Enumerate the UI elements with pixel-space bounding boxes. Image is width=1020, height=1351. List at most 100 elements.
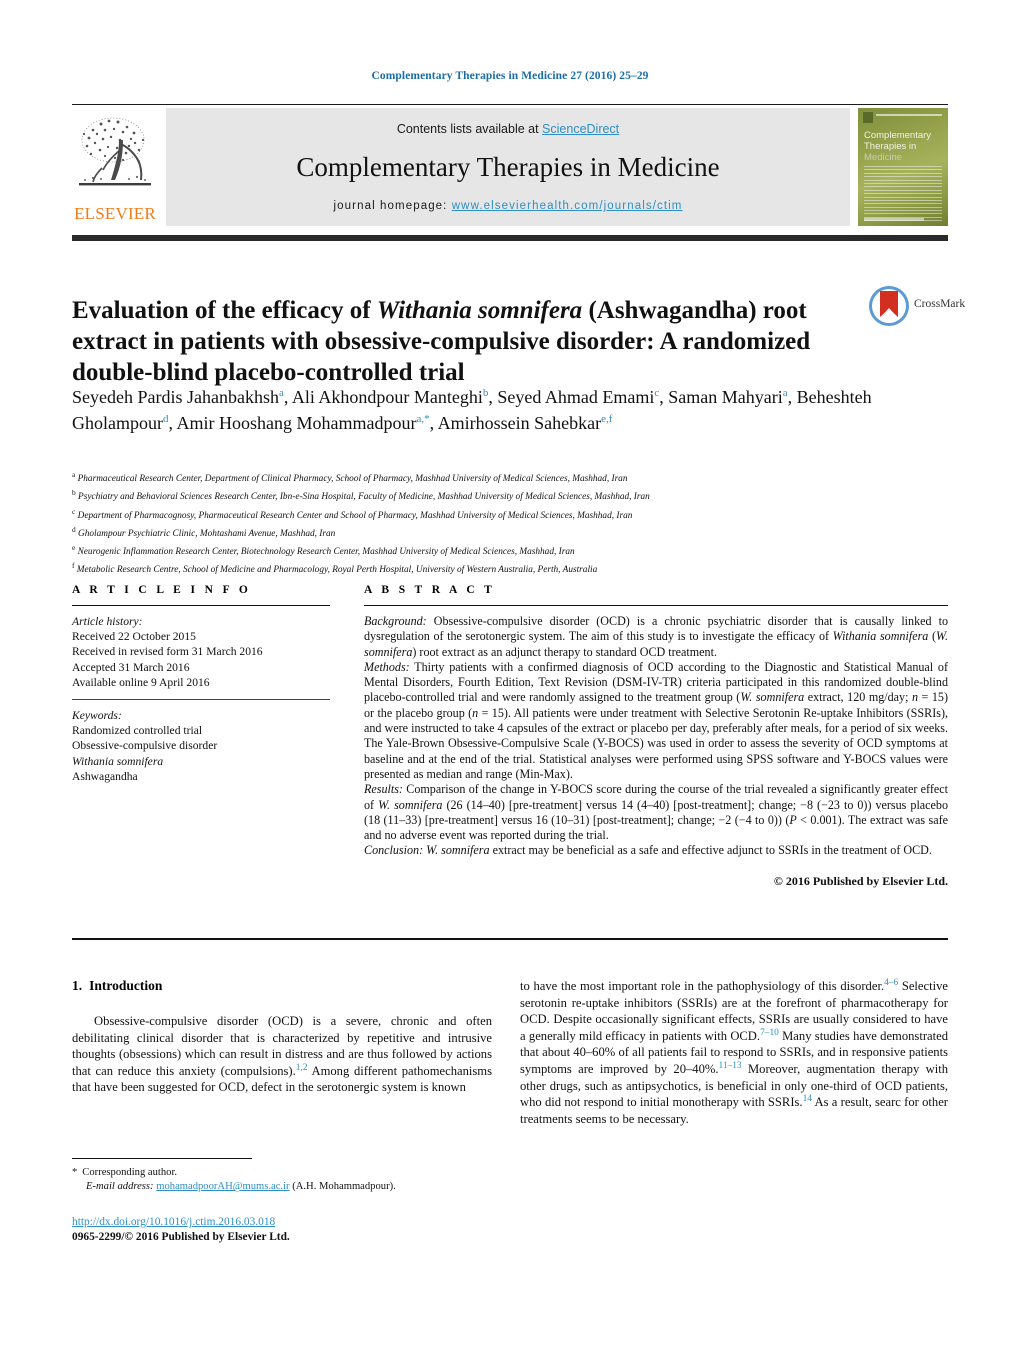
- footnote-block: * Corresponding author. E-mail address: m…: [72, 1166, 492, 1195]
- article-history-item: Received 22 October 2015: [72, 630, 196, 644]
- keywords-label: Keywords:: [72, 709, 122, 723]
- article-history-item: Accepted 31 March 2016: [72, 660, 190, 674]
- email-suffix: (A.H. Mohammadpour).: [289, 1181, 396, 1193]
- sciencedirect-link[interactable]: ScienceDirect: [542, 122, 619, 136]
- keyword-item: Ashwagandha: [72, 769, 138, 783]
- author-entry: Ali Akhondpour Manteghib,: [291, 387, 498, 407]
- affiliation-item: e Neurogenic Inflammation Research Cente…: [72, 541, 932, 559]
- abstract-methods-label: Methods:: [364, 659, 410, 674]
- keywords-block: Keywords: Randomized controlled trial Ob…: [72, 708, 330, 784]
- article-title-species: Withania somnifera: [376, 296, 583, 324]
- author-entry: Seyed Ahmad Emamic,: [497, 387, 669, 407]
- elsevier-wordmark: ELSEVIER: [74, 204, 156, 223]
- crossmark-label: CrossMark: [914, 298, 966, 310]
- cover-title-line-3: Medicine: [864, 152, 903, 163]
- doi-block: http://dx.doi.org/10.1016/j.ctim.2016.03…: [72, 1215, 492, 1246]
- section-number: 1.: [72, 978, 83, 993]
- elsevier-logo[interactable]: ELSEVIER: [72, 108, 158, 226]
- citation-ref[interactable]: 14: [803, 1094, 812, 1104]
- affiliation-item: f Metabolic Research Centre, School of M…: [72, 559, 932, 577]
- affiliation-item: b Psychiatry and Behavioral Sciences Res…: [72, 486, 932, 504]
- contents-prefix: Contents lists available at: [396, 122, 543, 136]
- body-column-left: 1. Introduction Obsessive-compulsive diso…: [72, 978, 492, 1096]
- affiliation-text: Pharmaceutical Research Center, Departme…: [77, 474, 628, 485]
- affiliation-text: Metabolic Research Centre, School of Med…: [76, 565, 598, 576]
- article-info-section: A R T I C L E I N F O Article history: R…: [72, 584, 330, 784]
- email-link[interactable]: mohamadpoorAH@mums.ac.ir: [156, 1181, 289, 1192]
- cover-header: [862, 111, 944, 124]
- journal-homepage-link[interactable]: www.elsevierhealth.com/journals/ctim: [452, 200, 683, 212]
- article-title-part1: Evaluation of the efficacy of: [72, 296, 377, 324]
- affiliation-item: d Gholampour Psychiatric Clinic, Mohtash…: [72, 523, 932, 541]
- author-name: Ali Akhondpour Manteghi: [291, 387, 483, 407]
- author-affiliation-mark[interactable]: a,*: [416, 413, 429, 425]
- issn-copyright-line: 0965-2299/© 2016 Published by Elsevier L…: [72, 1231, 290, 1244]
- cover-mini-text: [876, 114, 942, 116]
- affiliation-list: a Pharmaceutical Research Center, Depart…: [72, 468, 932, 578]
- introduction-paragraph-left: Obsessive-compulsive disorder (OCD) is a…: [72, 1014, 492, 1095]
- section-title: Introduction: [89, 978, 163, 993]
- abstract-background: Background: Obsessive-compulsive disorde…: [364, 614, 948, 659]
- abstract-heading: A B S T R A C T: [364, 584, 496, 596]
- article-info-rule-2: [72, 699, 330, 701]
- abstract-results: Results: Comparison of the change in Y-B…: [364, 782, 948, 843]
- author-list: Seyedeh Pardis Jahanbakhsha, Ali Akhondp…: [72, 385, 902, 436]
- affiliation-mark: c: [72, 506, 76, 516]
- crossmark-badge[interactable]: CrossMark: [868, 285, 965, 329]
- journal-article-page: Complementary Therapies in Medicine 27 (…: [0, 0, 1020, 1351]
- keyword-item: Randomized controlled trial: [72, 724, 203, 738]
- author-entry: Seyedeh Pardis Jahanbakhsha,: [72, 387, 292, 407]
- journal-masthead: ELSEVIER Contents lists available at Sci…: [72, 108, 948, 230]
- article-info-heading: A R T I C L E I N F O: [72, 584, 252, 596]
- masthead-top-rule: [72, 104, 948, 105]
- citation-ref[interactable]: 4–6: [884, 978, 898, 988]
- cover-title-line-1: Complementary: [864, 130, 932, 141]
- masthead-black-bar: [72, 235, 948, 241]
- email-label: E-mail address:: [86, 1181, 154, 1193]
- affiliation-mark: e: [72, 543, 76, 553]
- abstract-conclusion-label: Conclusion:: [364, 843, 424, 858]
- keyword-item: Obsessive-compulsive disorder: [72, 739, 218, 753]
- article-history-item: Available online 9 April 2016: [72, 675, 210, 689]
- affiliation-mark: d: [72, 524, 76, 534]
- affiliation-text: Department of Pharmacognosy, Pharmaceuti…: [77, 510, 633, 521]
- affiliation-mark: a: [72, 470, 76, 479]
- abstract-results-label: Results:: [364, 782, 403, 797]
- footnote-rule: [72, 1158, 252, 1159]
- abstract-conclusion: Conclusion: W. somnifera extract may be …: [364, 843, 932, 858]
- citation-ref[interactable]: 11–13: [719, 1061, 742, 1071]
- corresponding-text: Corresponding author.: [82, 1167, 178, 1178]
- article-title: Evaluation of the efficacy of Withania s…: [72, 295, 842, 388]
- citation-ref[interactable]: 1,2: [296, 1063, 308, 1073]
- article-history-label: Article history:: [72, 615, 143, 628]
- affiliation-text: Neurogenic Inflammation Research Center,…: [77, 547, 575, 558]
- homepage-prefix: journal homepage:: [333, 200, 452, 212]
- corresponding-author-note: * Corresponding author.: [72, 1166, 492, 1180]
- cover-footer-bar: [864, 218, 924, 221]
- citation-ref[interactable]: 7–10: [760, 1028, 779, 1038]
- affiliation-text: Gholampour Psychiatric Clinic, Mohtasham…: [78, 528, 336, 539]
- corresponding-star: *: [72, 1167, 78, 1178]
- running-head: Complementary Therapies in Medicine 27 (…: [371, 70, 649, 82]
- cover-title-line-2: Therapies in: [864, 141, 917, 152]
- author-name: Amir Hooshang Mohammadpour: [176, 412, 417, 433]
- affiliation-item: a Pharmaceutical Research Center, Depart…: [72, 468, 932, 486]
- elsevier-tree-icon: [79, 117, 151, 186]
- abstract-section: A B S T R A C T Background: Obsessive-co…: [364, 584, 948, 889]
- article-history-item: Received in revised form 31 March 2016: [72, 645, 263, 659]
- article-history-block: Article history: Received 22 October 201…: [72, 614, 330, 690]
- affiliation-mark: b: [72, 488, 76, 498]
- abstract-background-label: Background:: [364, 614, 427, 628]
- author-entry: Amir Hooshang Mohammadpoura,*,: [176, 412, 438, 433]
- journal-homepage-line: journal homepage: www.elsevierhealth.com…: [166, 200, 850, 212]
- doi-link[interactable]: http://dx.doi.org/10.1016/j.ctim.2016.03…: [72, 1216, 275, 1228]
- author-affiliation-mark[interactable]: e,f: [601, 413, 612, 425]
- cover-mini-logo-icon: [863, 112, 873, 123]
- masthead-band: Contents lists available at ScienceDirec…: [166, 108, 850, 226]
- author-name: Amirhossein Sahebkar: [437, 412, 602, 433]
- author-name: Seyedeh Pardis Jahanbakhsh: [72, 387, 279, 407]
- abstract-copyright: © 2016 Published by Elsevier Ltd.: [773, 873, 948, 888]
- journal-cover-thumbnail[interactable]: Complementary Therapies in Medicine: [858, 108, 948, 226]
- abstract-bottom-rule: [72, 938, 948, 940]
- author-entry: Amirhossein Sahebkare,f: [438, 413, 613, 433]
